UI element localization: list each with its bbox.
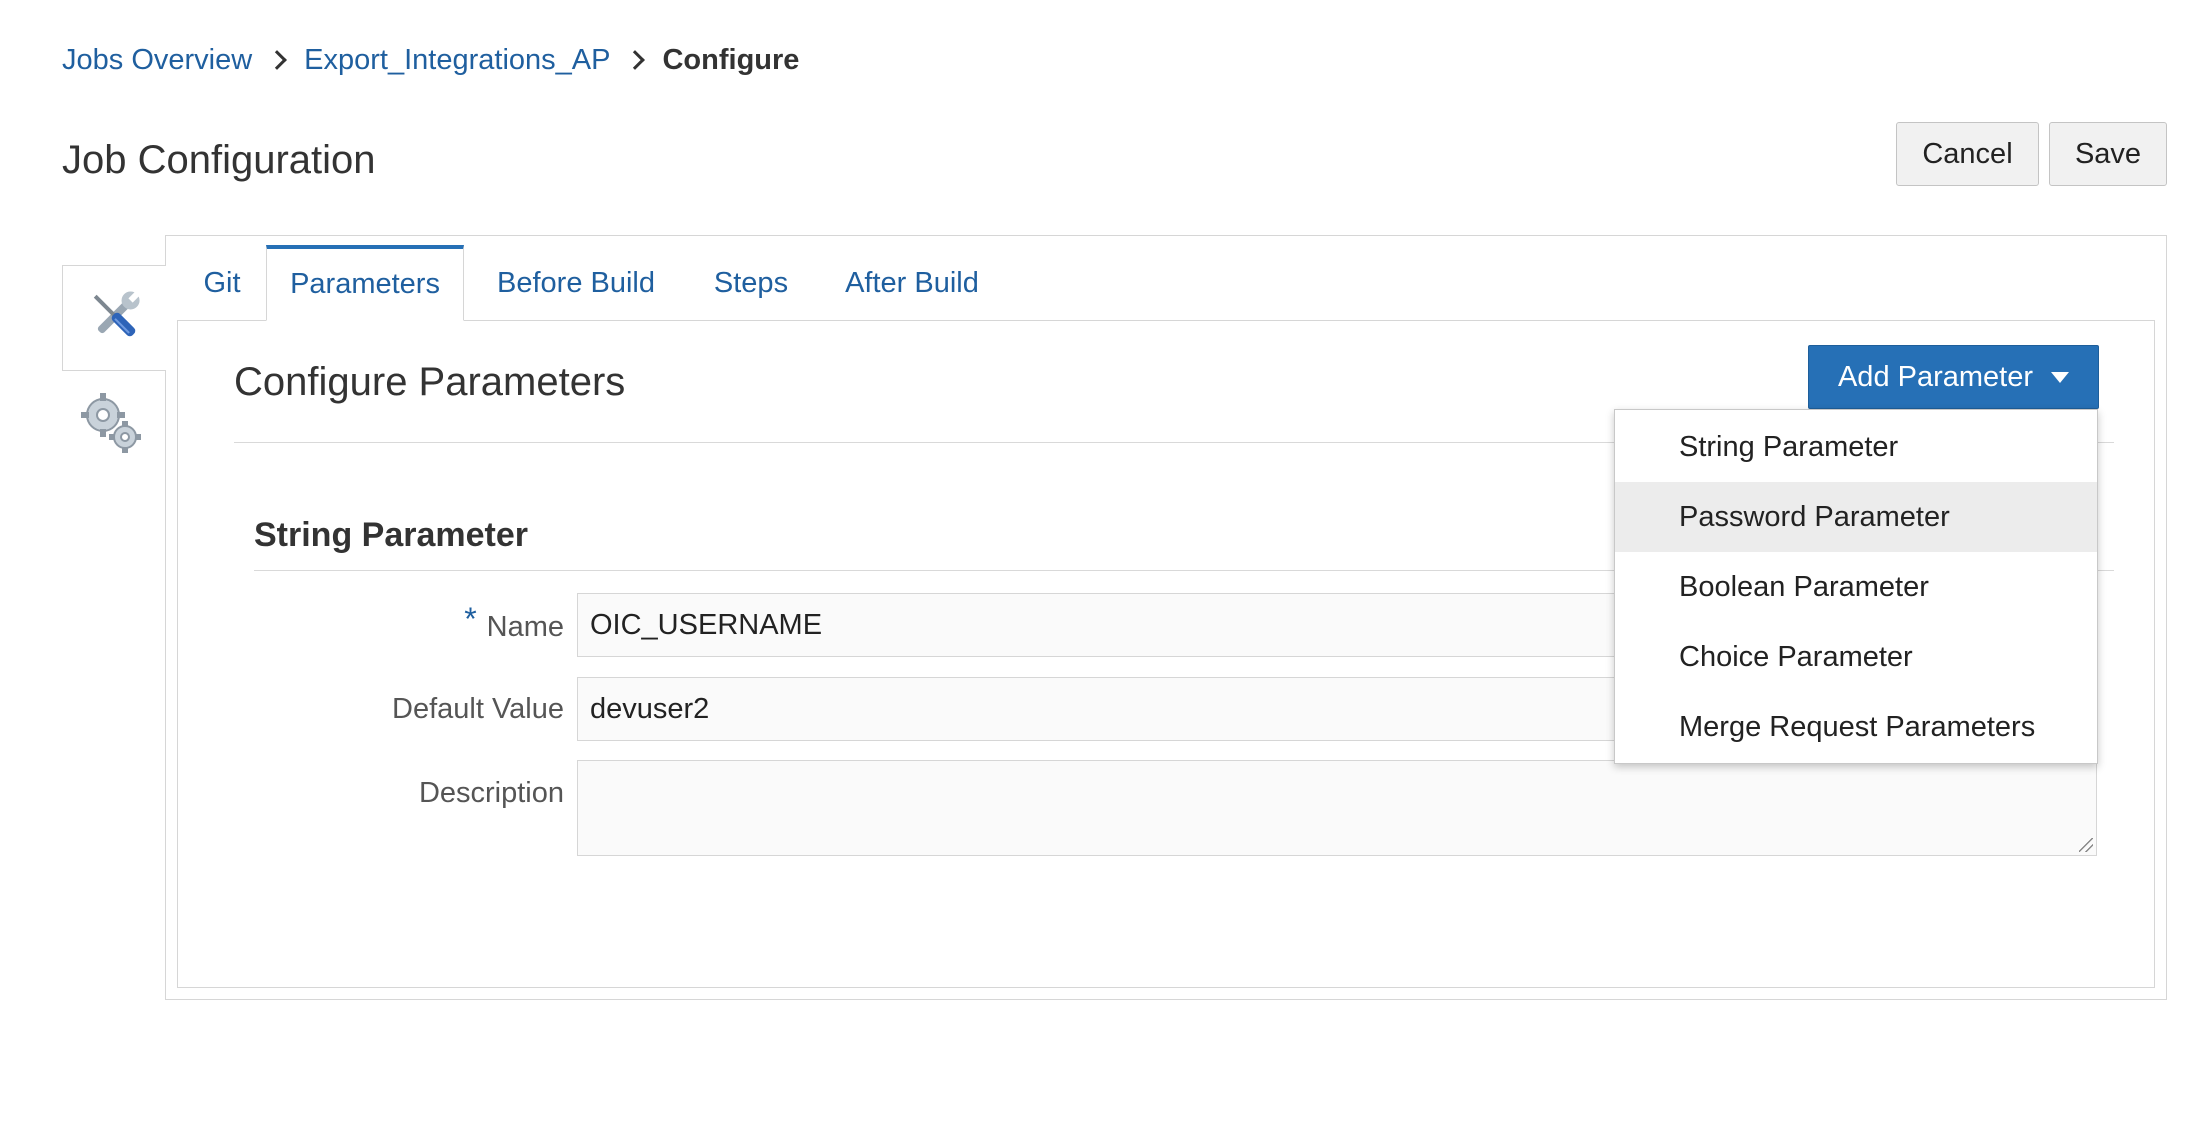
add-parameter-button[interactable]: Add Parameter xyxy=(1808,345,2099,409)
tab-bar: Git Parameters Before Build Steps After … xyxy=(178,245,1010,321)
chevron-right-icon xyxy=(267,50,288,70)
tab-steps[interactable]: Steps xyxy=(688,245,814,321)
breadcrumb: Jobs Overview Export_Integrations_AP Con… xyxy=(62,40,799,80)
tab-parameters[interactable]: Parameters xyxy=(266,245,464,321)
add-parameter-label: Add Parameter xyxy=(1837,360,2034,393)
job-configuration-page: Jobs Overview Export_Integrations_AP Con… xyxy=(0,0,2188,1136)
cancel-button[interactable]: Cancel xyxy=(1896,122,2039,186)
tools-icon xyxy=(83,284,147,353)
name-label: * Name xyxy=(254,601,564,645)
gears-icon xyxy=(77,389,145,462)
breadcrumb-jobs-overview[interactable]: Jobs Overview xyxy=(62,44,252,77)
required-indicator: * xyxy=(464,601,477,637)
menu-item-password-parameter[interactable]: Password Parameter xyxy=(1615,482,2097,552)
menu-item-string-parameter[interactable]: String Parameter xyxy=(1615,412,2097,482)
side-rail-tools[interactable] xyxy=(62,265,166,371)
resize-handle-icon[interactable] xyxy=(2079,838,2093,852)
tab-after-build[interactable]: After Build xyxy=(814,245,1010,321)
side-rail-settings[interactable] xyxy=(76,390,146,460)
caret-down-icon xyxy=(2051,371,2070,383)
tab-git[interactable]: Git xyxy=(178,245,266,321)
menu-item-merge-request-parameters[interactable]: Merge Request Parameters xyxy=(1615,692,2097,762)
menu-item-choice-parameter[interactable]: Choice Parameter xyxy=(1615,622,2097,692)
parameter-type-title: String Parameter xyxy=(254,516,528,554)
menu-item-boolean-parameter[interactable]: Boolean Parameter xyxy=(1615,552,2097,622)
save-button[interactable]: Save xyxy=(2049,122,2167,186)
tab-before-build[interactable]: Before Build xyxy=(464,245,688,321)
breadcrumb-job[interactable]: Export_Integrations_AP xyxy=(304,44,610,77)
chevron-right-icon xyxy=(625,50,646,70)
breadcrumb-current: Configure xyxy=(662,43,800,76)
description-textarea[interactable] xyxy=(577,760,2097,856)
name-label-text: Name xyxy=(486,611,564,643)
default-value-label: Default Value xyxy=(392,693,564,725)
page-title: Job Configuration xyxy=(62,138,376,182)
description-label: Description xyxy=(418,777,564,809)
add-parameter-menu: String Parameter Password Parameter Bool… xyxy=(1614,409,2098,764)
section-title: Configure Parameters xyxy=(234,360,626,404)
